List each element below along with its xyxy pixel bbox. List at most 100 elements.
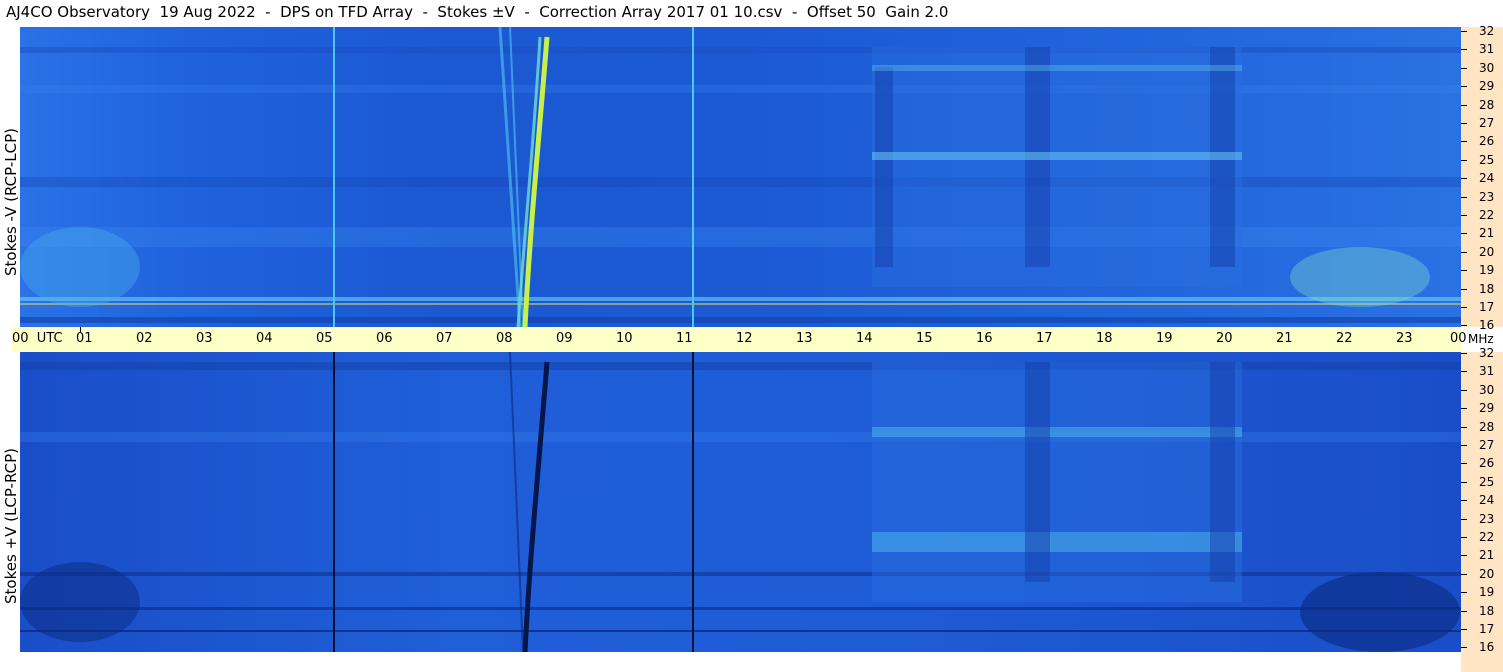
utc-label: 12 [736,331,753,346]
freq-label: 27 [1479,116,1495,130]
freq-label: 20 [1479,244,1495,259]
freq-label: 29 [1479,401,1495,416]
freq-label: 23 [1479,189,1495,204]
utc-label: 04 [256,331,273,346]
freq-tick [1461,445,1467,446]
utc-label: 10 [616,331,633,346]
utc-label: 17 [1036,331,1053,346]
freq-tick [1461,389,1467,391]
freq-tick [1461,647,1467,649]
utc-label: 18 [1096,331,1113,346]
freq-label: 32 [1479,24,1495,38]
freq-tick [1461,215,1467,216]
freq-label: 18 [1479,603,1495,618]
freq-unit-label: MHz [1468,332,1494,346]
freq-label: 28 [1479,419,1495,434]
freq-tick [1461,500,1467,502]
utc-label: 08 [496,331,513,346]
freq-tick [1461,31,1467,32]
utc-label: 22 [1336,331,1353,346]
freq-label: 24 [1479,171,1495,186]
utc-end-label: 00 [1450,331,1467,346]
freq-label: 27 [1479,438,1495,452]
freq-tick [1461,86,1467,88]
freq-tick [1461,178,1467,180]
utc-label: 11 [676,331,693,346]
freq-tick [1461,408,1467,410]
freq-label: 21 [1479,226,1495,241]
freq-tick [1461,307,1467,308]
freq-tick [1461,67,1467,69]
freq-tick [1461,537,1467,538]
freq-label: 26 [1479,134,1495,149]
freq-label: 22 [1479,208,1495,222]
utc-label: 05 [316,331,333,346]
utc-label: 14 [856,331,873,346]
freq-label: 16 [1479,640,1495,655]
freq-tick [1461,159,1467,161]
utc-label: 03 [196,331,213,346]
utc-label: 09 [556,331,573,346]
freq-tick [1461,573,1467,575]
freq-label: 31 [1479,42,1495,57]
freq-label: 30 [1479,382,1495,397]
freq-tick [1461,288,1467,290]
utc-label: 23 [1396,331,1413,346]
freq-label: 30 [1479,60,1495,75]
utc-label: 01 [76,331,93,346]
utc-label: 07 [436,331,453,346]
utc-label: 21 [1276,331,1293,346]
top-panel-ylabel: Stokes -V (RCP-LCP) [2,128,20,276]
freq-tick [1461,629,1467,630]
utc-label: 19 [1156,331,1173,346]
utc-label: 16 [976,331,993,346]
spectrogram-bottom-image [20,352,1461,652]
spectrogram-bottom [20,352,1461,652]
utc-axis: 00 UTC 01 02 03 04 05 06 07 08 09 10 11 … [12,327,1467,352]
utc-start-label: 00 UTC [12,331,63,346]
freq-axis-column: 32 31 30 29 28 27 26 25 24 23 22 21 20 19 18 17 16 [1461,347,1503,672]
utc-label: 06 [376,331,393,346]
utc-label: 02 [136,331,153,346]
freq-label: 25 [1479,152,1495,167]
freq-tick [1461,233,1467,235]
freq-tick [1461,610,1467,612]
utc-label: 20 [1216,331,1233,346]
freq-label: 31 [1479,364,1495,379]
window-title: AJ4CO Observatory 19 Aug 2022 - DPS on T… [6,3,949,21]
freq-tick [1461,481,1467,483]
freq-label: 26 [1479,456,1495,471]
freq-tick [1461,463,1467,465]
freq-label: 19 [1479,263,1495,278]
utc-label: 15 [916,331,933,346]
freq-tick [1461,251,1467,253]
freq-label: 24 [1479,493,1495,508]
freq-tick [1461,353,1467,354]
freq-label: 16 [1479,318,1495,333]
freq-label: 21 [1479,548,1495,563]
freq-label: 19 [1479,585,1495,600]
freq-axis-column: 32 31 30 29 28 27 26 25 24 23 22 21 20 19 18 17 16 [1461,24,1503,331]
freq-tick [1461,426,1467,428]
freq-tick [1461,592,1467,594]
freq-label: 25 [1479,474,1495,489]
freq-tick [1461,104,1467,106]
freq-tick [1461,196,1467,198]
bottom-panel-ylabel: Stokes +V (LCP-RCP) [2,448,20,604]
spectrogram-top [20,27,1461,327]
freq-tick [1461,518,1467,520]
freq-label: 17 [1479,300,1495,314]
freq-label: 29 [1479,79,1495,94]
freq-label: 32 [1479,346,1495,360]
freq-label: 28 [1479,97,1495,112]
utc-label: 13 [796,331,813,346]
freq-tick [1461,49,1467,51]
freq-tick [1461,141,1467,143]
freq-label: 22 [1479,530,1495,544]
freq-tick [1461,123,1467,124]
freq-tick [1461,270,1467,272]
freq-tick [1461,555,1467,557]
freq-label: 18 [1479,281,1495,296]
freq-tick [1461,371,1467,373]
freq-label: 20 [1479,566,1495,581]
